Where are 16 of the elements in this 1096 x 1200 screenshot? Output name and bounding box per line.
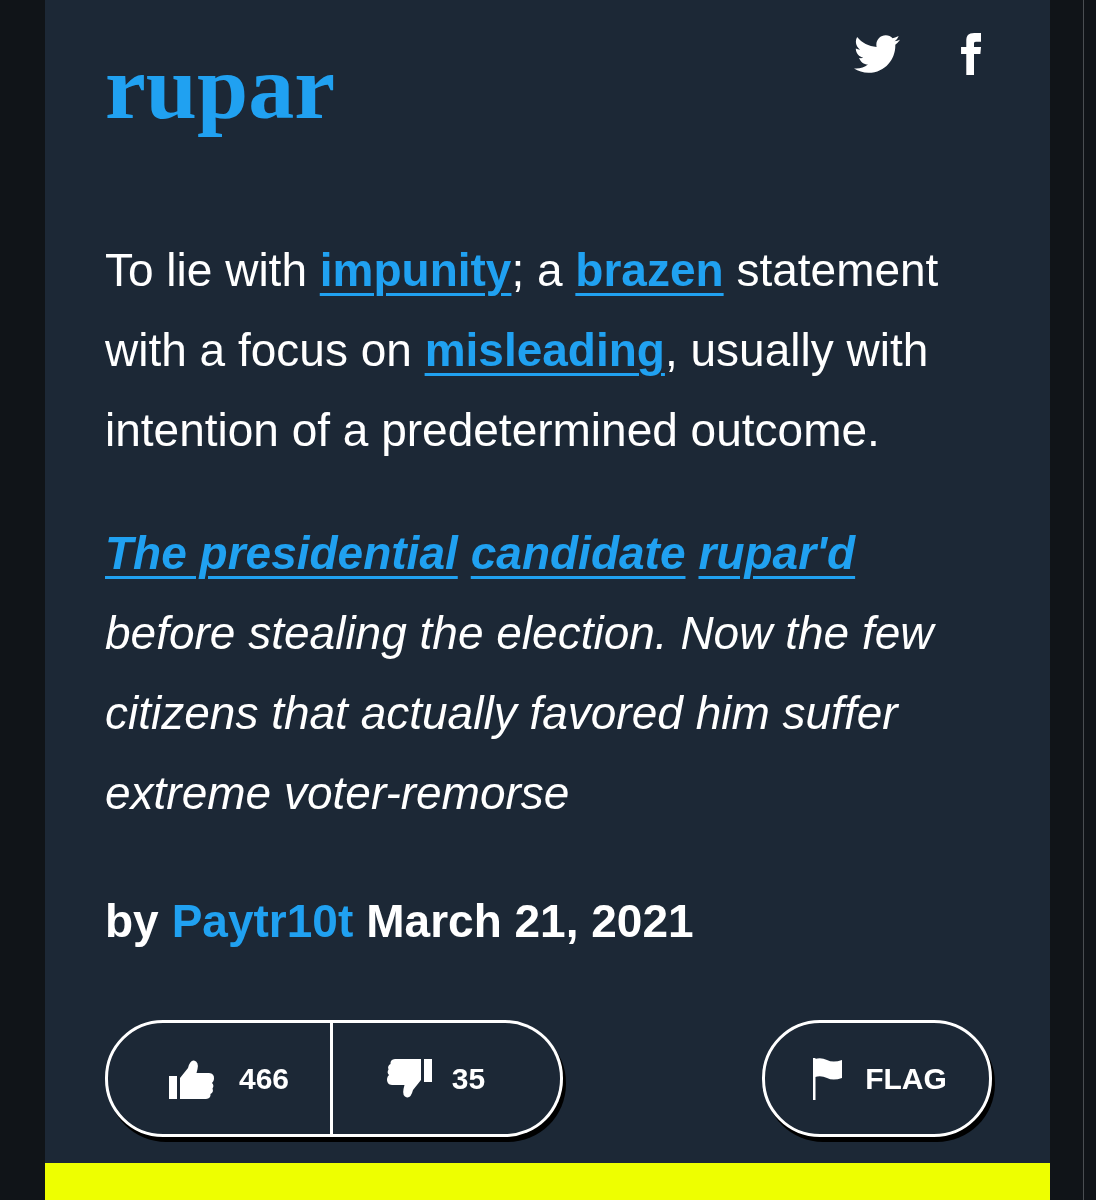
byline-prefix: by <box>105 894 159 949</box>
date-text: March 21, 2021 <box>366 894 694 949</box>
word-link[interactable]: rupar'd <box>698 527 856 579</box>
example-text: The presidential candidate rupar'd before stealing the election. Now the few citizens that actually favored him suffer extreme voter-remorse <box>105 526 937 821</box>
thumbs-up-icon <box>168 1058 215 1099</box>
definition-text: To lie with impunity; a brazen statement with a focus on misleading, usually with intention of a predetermined outcome. <box>105 243 940 458</box>
author-link[interactable]: Paytr10t <box>171 891 354 951</box>
word-link[interactable]: brazen <box>575 244 724 296</box>
word-link[interactable]: misleading <box>424 324 665 376</box>
word-link[interactable]: candidate <box>470 527 686 579</box>
flag-icon <box>813 1057 844 1100</box>
word-link[interactable]: The presidential <box>105 527 458 579</box>
f-logo-icon[interactable] <box>960 31 981 77</box>
word-link[interactable]: impunity <box>319 244 512 296</box>
bird-icon[interactable] <box>854 35 900 73</box>
thumbs-down-icon <box>385 1058 432 1099</box>
